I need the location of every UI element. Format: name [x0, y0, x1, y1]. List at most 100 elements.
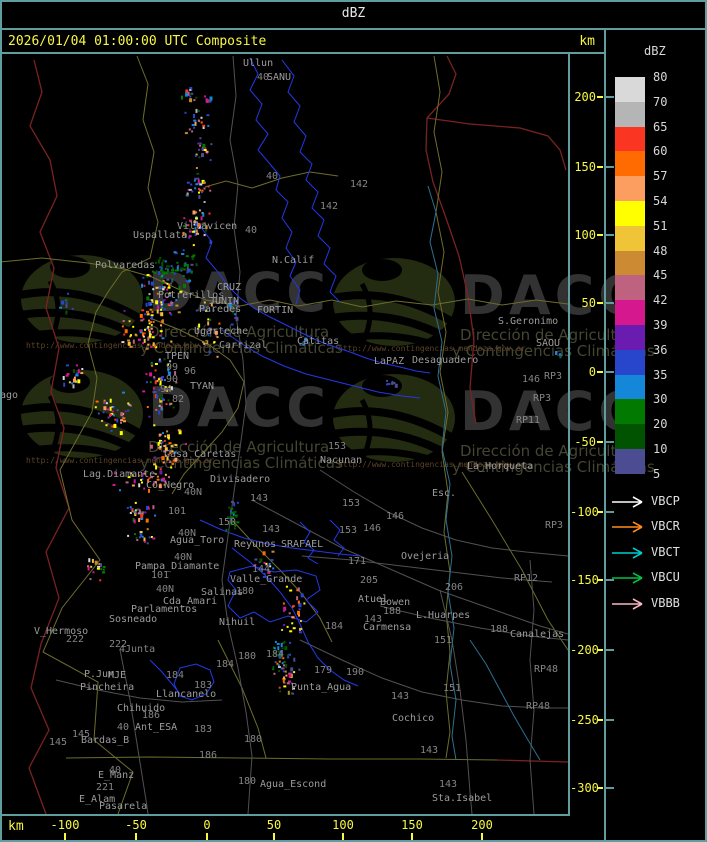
bottom-axis-tick-label: 150	[401, 818, 423, 832]
radar-echo	[140, 319, 144, 322]
radar-echo	[168, 442, 172, 445]
radar-echo	[207, 318, 210, 321]
radar-echo	[174, 444, 178, 447]
radar-echo	[65, 301, 68, 304]
radar-echo	[181, 253, 185, 255]
radar-echo	[151, 316, 153, 321]
radar-echo	[201, 148, 204, 151]
radar-echo	[209, 96, 213, 101]
radar-echo	[204, 95, 207, 98]
radar-echo	[77, 369, 80, 374]
radar-echo	[146, 310, 149, 313]
radar-echo	[163, 445, 167, 447]
radar-echo	[112, 406, 115, 409]
frame-left	[0, 0, 2, 842]
radar-echo	[166, 268, 169, 271]
radar-echo	[190, 270, 193, 273]
radar-echo	[170, 445, 174, 448]
radar-echo	[170, 301, 174, 304]
right-axis-tick-label: 50	[581, 296, 596, 310]
radar-echo	[194, 121, 197, 126]
map-place-label: TYAN	[190, 381, 215, 392]
radar-echo	[282, 678, 285, 683]
radar-echo	[154, 363, 158, 365]
map-place-label: Ullun	[243, 58, 274, 69]
radar-echo	[198, 191, 200, 194]
radar-echo	[135, 334, 138, 337]
map-place-label: MJE	[108, 670, 127, 681]
radar-echo	[281, 662, 284, 665]
legend-dbz-value: 80	[653, 70, 668, 84]
radar-echo	[155, 286, 159, 289]
radar-echo	[149, 308, 153, 311]
map-place-label: Casa_Caretas	[164, 449, 237, 460]
right-axis-tick	[597, 719, 603, 721]
radar-echo	[127, 341, 131, 346]
radar-echo	[160, 396, 163, 401]
legend-dbz-value: 48	[653, 243, 668, 258]
map-place-label: RP12	[514, 573, 539, 584]
trajectory-arrow-icon	[612, 496, 643, 508]
radar-echo	[92, 571, 95, 574]
radar-echo	[276, 662, 279, 665]
map-place-label: Divisadero	[210, 474, 271, 485]
right-axis-tick-outer	[606, 371, 614, 373]
international-border	[28, 59, 70, 815]
radar-echo	[125, 481, 129, 484]
radar-echo	[285, 674, 288, 677]
radar-echo-cluster	[127, 528, 156, 545]
radar-echo	[286, 682, 290, 685]
radar-echo	[67, 292, 70, 295]
radar-echo	[202, 181, 206, 184]
radar-echo	[72, 369, 75, 373]
radar-echo	[236, 521, 240, 524]
radar-echo	[189, 98, 193, 103]
radar-echo	[94, 560, 98, 565]
radar-echo-cluster	[385, 379, 398, 388]
map-place-label: S.Geronimo	[498, 316, 559, 327]
radar-echo	[161, 408, 164, 411]
radar-echo	[171, 279, 174, 282]
radar-echo	[75, 364, 78, 367]
legend-dbz-value: 36	[653, 342, 668, 357]
radar-echo	[203, 187, 206, 190]
radar-echo	[152, 391, 156, 394]
radar-echo	[162, 432, 164, 435]
radar-echo	[143, 284, 146, 287]
radar-echo	[138, 518, 141, 522]
legend-color-swatch	[615, 151, 645, 177]
radar-echo	[394, 383, 398, 388]
radar-echo	[186, 181, 190, 184]
radar-echo	[121, 325, 124, 328]
radar-echo	[194, 154, 197, 157]
radar-echo	[195, 108, 198, 113]
radar-echo	[159, 468, 162, 471]
radar-echo	[162, 461, 165, 464]
radar-echo	[282, 667, 285, 670]
radar-echo	[276, 643, 280, 645]
radar-echo-cluster	[555, 351, 562, 359]
map-place-label: SRAFAEL	[281, 539, 324, 550]
radar-echo	[164, 473, 167, 476]
radar-map[interactable]: Ullun 40 SANU Uspallata Villavicen Polvaredas…	[0, 0, 570, 816]
legend-dbz-value: 20	[653, 417, 668, 432]
radar-echo	[285, 585, 288, 588]
radar-echo	[148, 293, 151, 296]
radar-echo	[66, 364, 69, 367]
radar-echo	[100, 568, 103, 571]
radar-echo	[297, 600, 300, 603]
radar-echo	[185, 92, 189, 97]
radar-echo	[152, 505, 155, 510]
international-border	[426, 117, 567, 171]
radar-echo	[152, 387, 155, 390]
radar-echo	[272, 567, 275, 570]
radar-echo	[274, 661, 277, 664]
map-place-label: TPEN	[165, 351, 190, 362]
radar-echo	[299, 628, 301, 631]
radar-echo	[161, 263, 164, 268]
map-place-label: 101	[151, 570, 170, 581]
radar-echo	[170, 265, 173, 268]
right-axis-tick-label: 200	[574, 90, 596, 104]
radar-echo	[287, 656, 290, 659]
radar-echo	[162, 397, 164, 400]
